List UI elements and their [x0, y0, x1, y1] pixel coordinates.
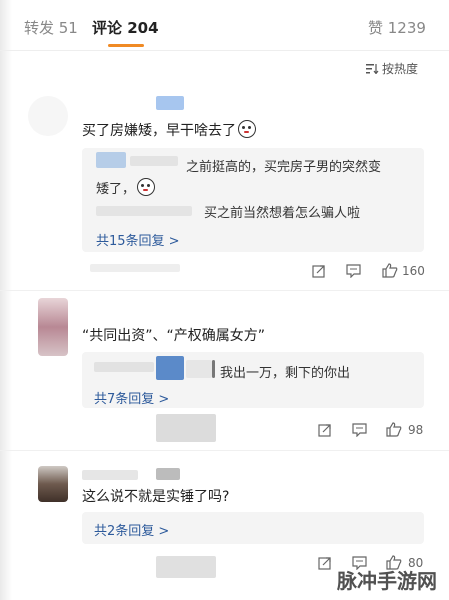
- tab-bar: 转发 51 评论 204 赞 1239: [0, 0, 449, 50]
- reply-text: 矮了，: [96, 178, 156, 197]
- active-tab-indicator: [108, 44, 144, 47]
- like-icon[interactable]: [382, 263, 398, 278]
- comment-icon[interactable]: [352, 423, 367, 437]
- timestamp-blurred: [90, 264, 180, 272]
- more-replies-link[interactable]: 共2条回复 >: [94, 520, 169, 539]
- avatar[interactable]: [38, 298, 68, 356]
- sort-by-hot-button[interactable]: 按热度: [366, 60, 418, 77]
- repost-icon[interactable]: [318, 423, 332, 437]
- emoji-icon: [137, 178, 156, 196]
- tab-likes[interactable]: 赞 1239: [368, 17, 426, 38]
- reply-username-blurred[interactable]: [96, 152, 126, 168]
- emoji-icon: [238, 120, 256, 138]
- reply-username-blurred: [212, 360, 215, 378]
- reply-username-blurred: [94, 362, 154, 372]
- divider: [0, 50, 449, 51]
- reply-username-blurred: [186, 360, 212, 378]
- tab-comments[interactable]: 评论 204: [92, 17, 159, 38]
- left-edge-shadow: [0, 0, 12, 600]
- tab-repost[interactable]: 转发 51: [24, 17, 78, 38]
- comment-icon[interactable]: [346, 264, 361, 278]
- repost-icon[interactable]: [318, 556, 332, 570]
- timestamp-blurred: [156, 556, 216, 578]
- more-replies-link[interactable]: 共7条回复 >: [94, 388, 169, 407]
- more-replies-link[interactable]: 共15条回复 >: [96, 230, 180, 249]
- username-blurred[interactable]: [156, 468, 180, 480]
- reply-username-blurred: [130, 156, 178, 166]
- comment-text: 买了房嫌矮，早干啥去了: [82, 120, 256, 140]
- like-icon[interactable]: [386, 422, 402, 437]
- divider: [0, 450, 449, 451]
- username-blurred[interactable]: [82, 470, 138, 480]
- reply-text: 买之前当然想着怎么骗人啦: [204, 206, 361, 221]
- timestamp-blurred: [156, 414, 216, 442]
- reply-text: 我出一万，剩下的你出: [220, 366, 351, 381]
- reply-username-blurred: [96, 206, 192, 216]
- sort-label: 按热度: [382, 62, 419, 76]
- comment-text: 这么说不就是实锤了吗?: [82, 489, 230, 505]
- like-count: 160: [402, 264, 425, 278]
- like-count: 98: [408, 423, 424, 437]
- repost-icon[interactable]: [312, 264, 326, 278]
- reply-username-blurred[interactable]: [156, 356, 184, 380]
- username-blurred[interactable]: [156, 96, 184, 110]
- sort-icon: [366, 64, 379, 74]
- avatar[interactable]: [38, 466, 68, 502]
- watermark: 脉冲手游网: [337, 569, 437, 593]
- avatar[interactable]: [28, 96, 68, 136]
- divider: [0, 290, 449, 291]
- reply-text: 之前挺高的，买完房子男的突然变: [186, 160, 382, 175]
- comment-text: “共同出资”、“产权确属女方”: [82, 328, 266, 344]
